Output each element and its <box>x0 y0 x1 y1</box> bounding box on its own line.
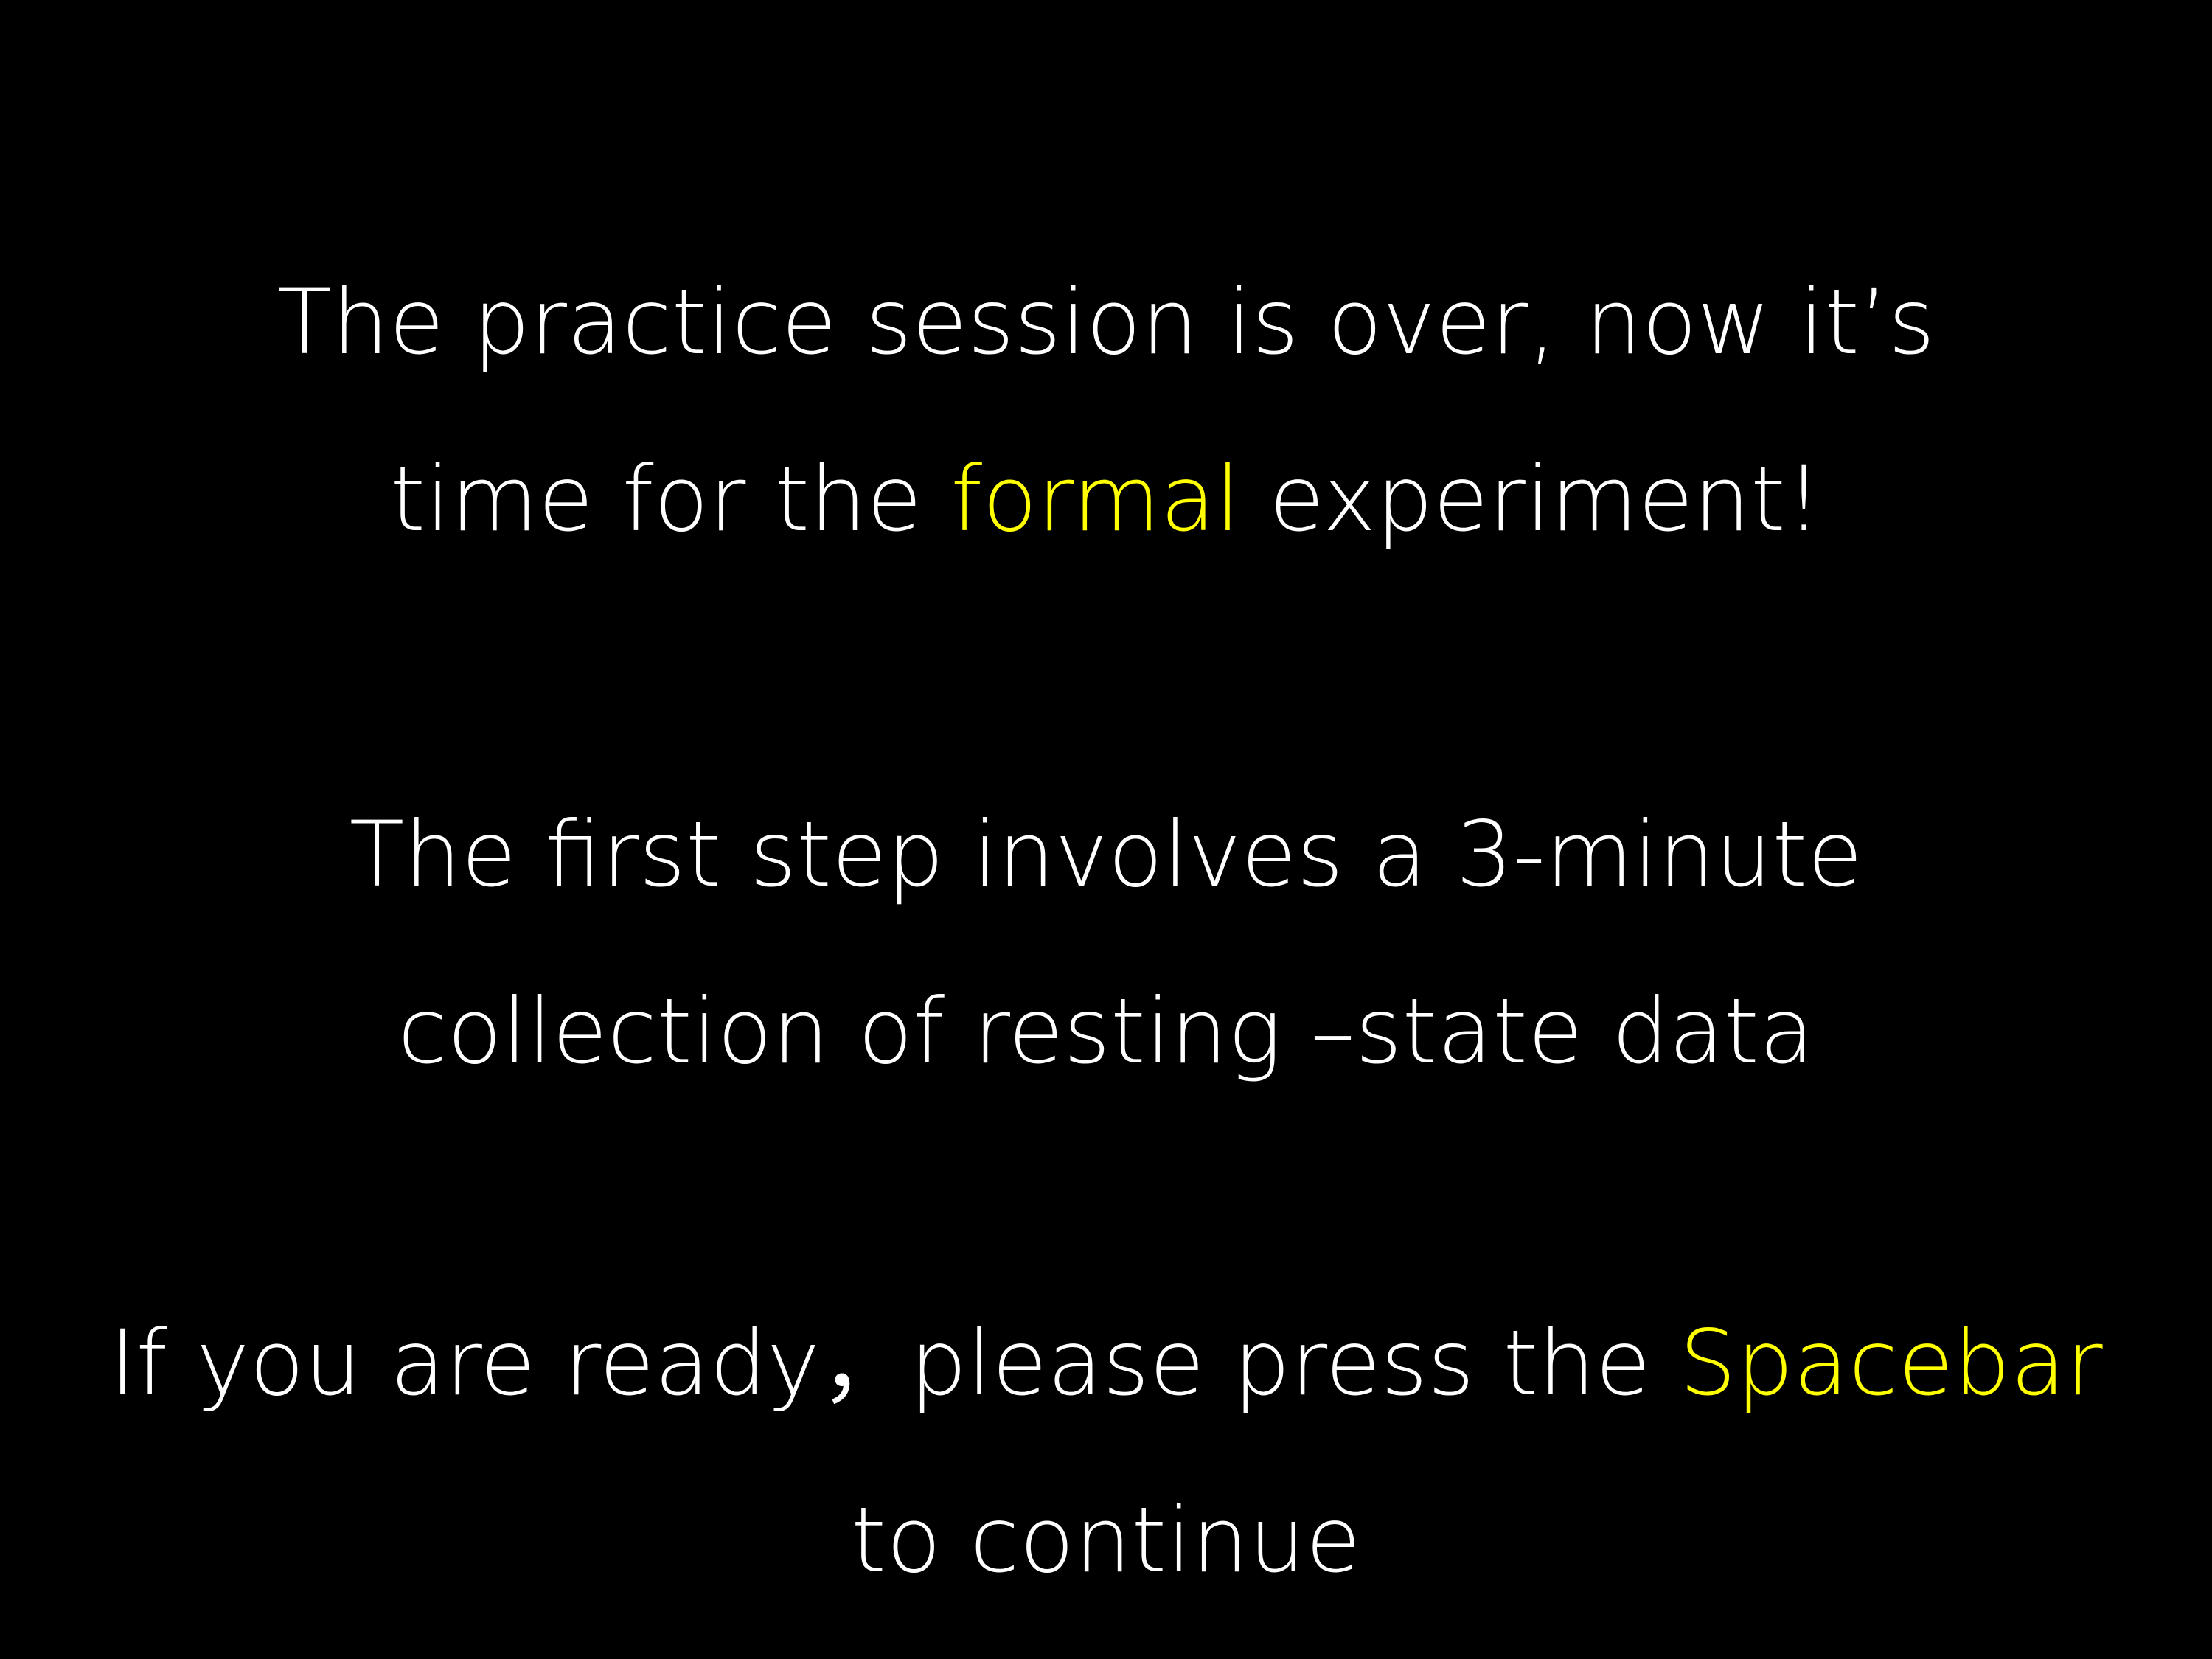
instruction-line-practice-over: The practice session is over, now it’s <box>0 267 2212 378</box>
instruction-line-formal-experiment: time for the formal experiment! <box>0 444 2212 554</box>
instruction-text: collection of resting –state data <box>397 979 1815 1084</box>
instruction-line-first-step: The first step involves a 3-minute <box>0 799 2212 910</box>
instruction-line-continue: to continue <box>0 1485 2212 1596</box>
instruction-text: to continue <box>851 1488 1361 1593</box>
instruction-text: The practice session is over, now it’s <box>276 270 1935 375</box>
instruction-text: The first step involves a 3-minute <box>349 802 1863 907</box>
instruction-line-resting-state: collection of resting –state data <box>0 976 2212 1087</box>
highlight-word-spacebar: Spacebar <box>1679 1311 2103 1416</box>
instruction-screen: The practice session is over, now it’s t… <box>0 0 2212 1659</box>
highlight-word-formal: formal <box>950 447 1241 552</box>
instruction-text: time for the <box>390 447 951 552</box>
instruction-text: experiment! <box>1240 447 1822 552</box>
instruction-text: If you are ready，please press the <box>109 1311 1680 1416</box>
instruction-line-press-spacebar: If you are ready，please press the Spaceb… <box>0 1308 2212 1419</box>
